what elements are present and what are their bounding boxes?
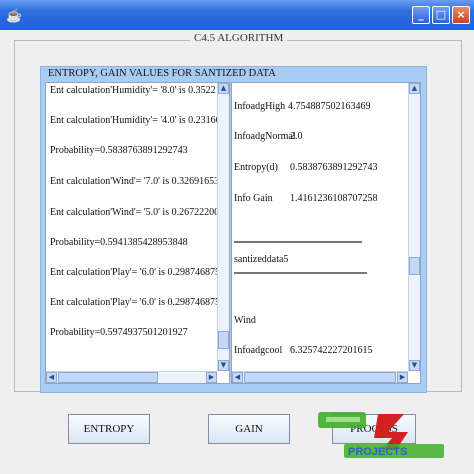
minimize-button[interactable]: _	[412, 6, 430, 24]
gain-list-vscrollbar[interactable]: ▲ ▼	[408, 83, 420, 371]
entropy-label: Entropy(d)	[234, 162, 278, 173]
infoadg-normal-label: InfoadgNormal	[234, 131, 296, 142]
entropy-list-hscrollbar[interactable]: ◀ ▶	[46, 371, 217, 383]
list-item: Ent calculation'Humidity'= '8.0' is 0.35…	[50, 85, 230, 96]
list-item: Ent calculation'Play'= '6.0' is 0.298746…	[50, 297, 230, 308]
projects-logo: PROJECTS	[318, 412, 444, 458]
svg-text:PROJECTS: PROJECTS	[348, 446, 407, 458]
entropy-button[interactable]: ENTROPY	[68, 414, 150, 444]
entropy-list-vscrollbar[interactable]: ▲ ▼	[217, 83, 229, 371]
entropy-list[interactable]: Ent calculation'Humidity'= '8.0' is 0.35…	[45, 82, 230, 384]
scroll-left-icon[interactable]: ◀	[232, 372, 243, 383]
list-item: Ent calculation'Wind'= '7.0' is 0.326916…	[50, 176, 230, 187]
separator-line	[234, 241, 362, 243]
scroll-up-icon[interactable]: ▲	[218, 83, 229, 94]
list-item: Probability=0.5974937501201927	[50, 327, 188, 338]
java-cup-icon: ☕	[6, 8, 23, 23]
entropy-value: 0.5838763891292743	[290, 162, 378, 173]
list-item: Probability=0.5941385428953848	[50, 237, 188, 248]
title-bar[interactable]: ☕ _ □ ×	[0, 0, 474, 30]
scroll-left-icon[interactable]: ◀	[46, 372, 57, 383]
scroll-up-icon[interactable]: ▲	[409, 83, 420, 94]
panel-title: ENTROPY, GAIN VALUES FOR SANTIZED DATA	[48, 68, 276, 79]
dataset-name: santizeddata5	[234, 254, 289, 265]
scroll-down-icon[interactable]: ▼	[218, 360, 229, 371]
close-button[interactable]: ×	[452, 6, 470, 24]
infoadg-high-value: 4.754887502163469	[288, 101, 371, 112]
info-gain-value: 1.4161236108707258	[290, 193, 378, 204]
list-item: Probability=0.5838763891292743	[50, 145, 188, 156]
scroll-right-icon[interactable]: ▶	[397, 372, 408, 383]
list-item: Ent calculation'Wind'= '5.0' is 0.267222…	[50, 207, 230, 218]
list-item: Ent calculation'Play'= '6.0' is 0.298746…	[50, 267, 230, 278]
gain-list[interactable]: InfoadgHigh 4.754887502163469 InfoadgNor…	[231, 82, 421, 384]
list-item: Ent calculation'Humidity'= '4.0' is 0.23…	[50, 115, 230, 126]
hscroll-thumb[interactable]	[244, 372, 396, 383]
infoadg-normal-value: 2.0	[290, 131, 303, 142]
scroll-right-icon[interactable]: ▶	[206, 372, 217, 383]
attribute-name: Wind	[234, 315, 256, 326]
gain-list-hscrollbar[interactable]: ◀ ▶	[232, 371, 408, 383]
vscroll-thumb[interactable]	[218, 331, 229, 349]
vscroll-thumb[interactable]	[409, 257, 420, 275]
infoadg-high-label: InfoadgHigh	[234, 101, 286, 112]
infoadg-cool-value: 6.325742227201615	[290, 345, 373, 356]
maximize-button[interactable]: □	[432, 6, 450, 24]
info-gain-label: Info Gain	[234, 193, 273, 204]
separator-line	[234, 272, 367, 274]
scroll-down-icon[interactable]: ▼	[409, 360, 420, 371]
group-title: C4.5 ALGORITHM	[190, 32, 288, 44]
gain-button[interactable]: GAIN	[208, 414, 290, 444]
hscroll-thumb[interactable]	[58, 372, 158, 383]
infoadg-cool-label: Infoadgcool	[234, 345, 283, 356]
